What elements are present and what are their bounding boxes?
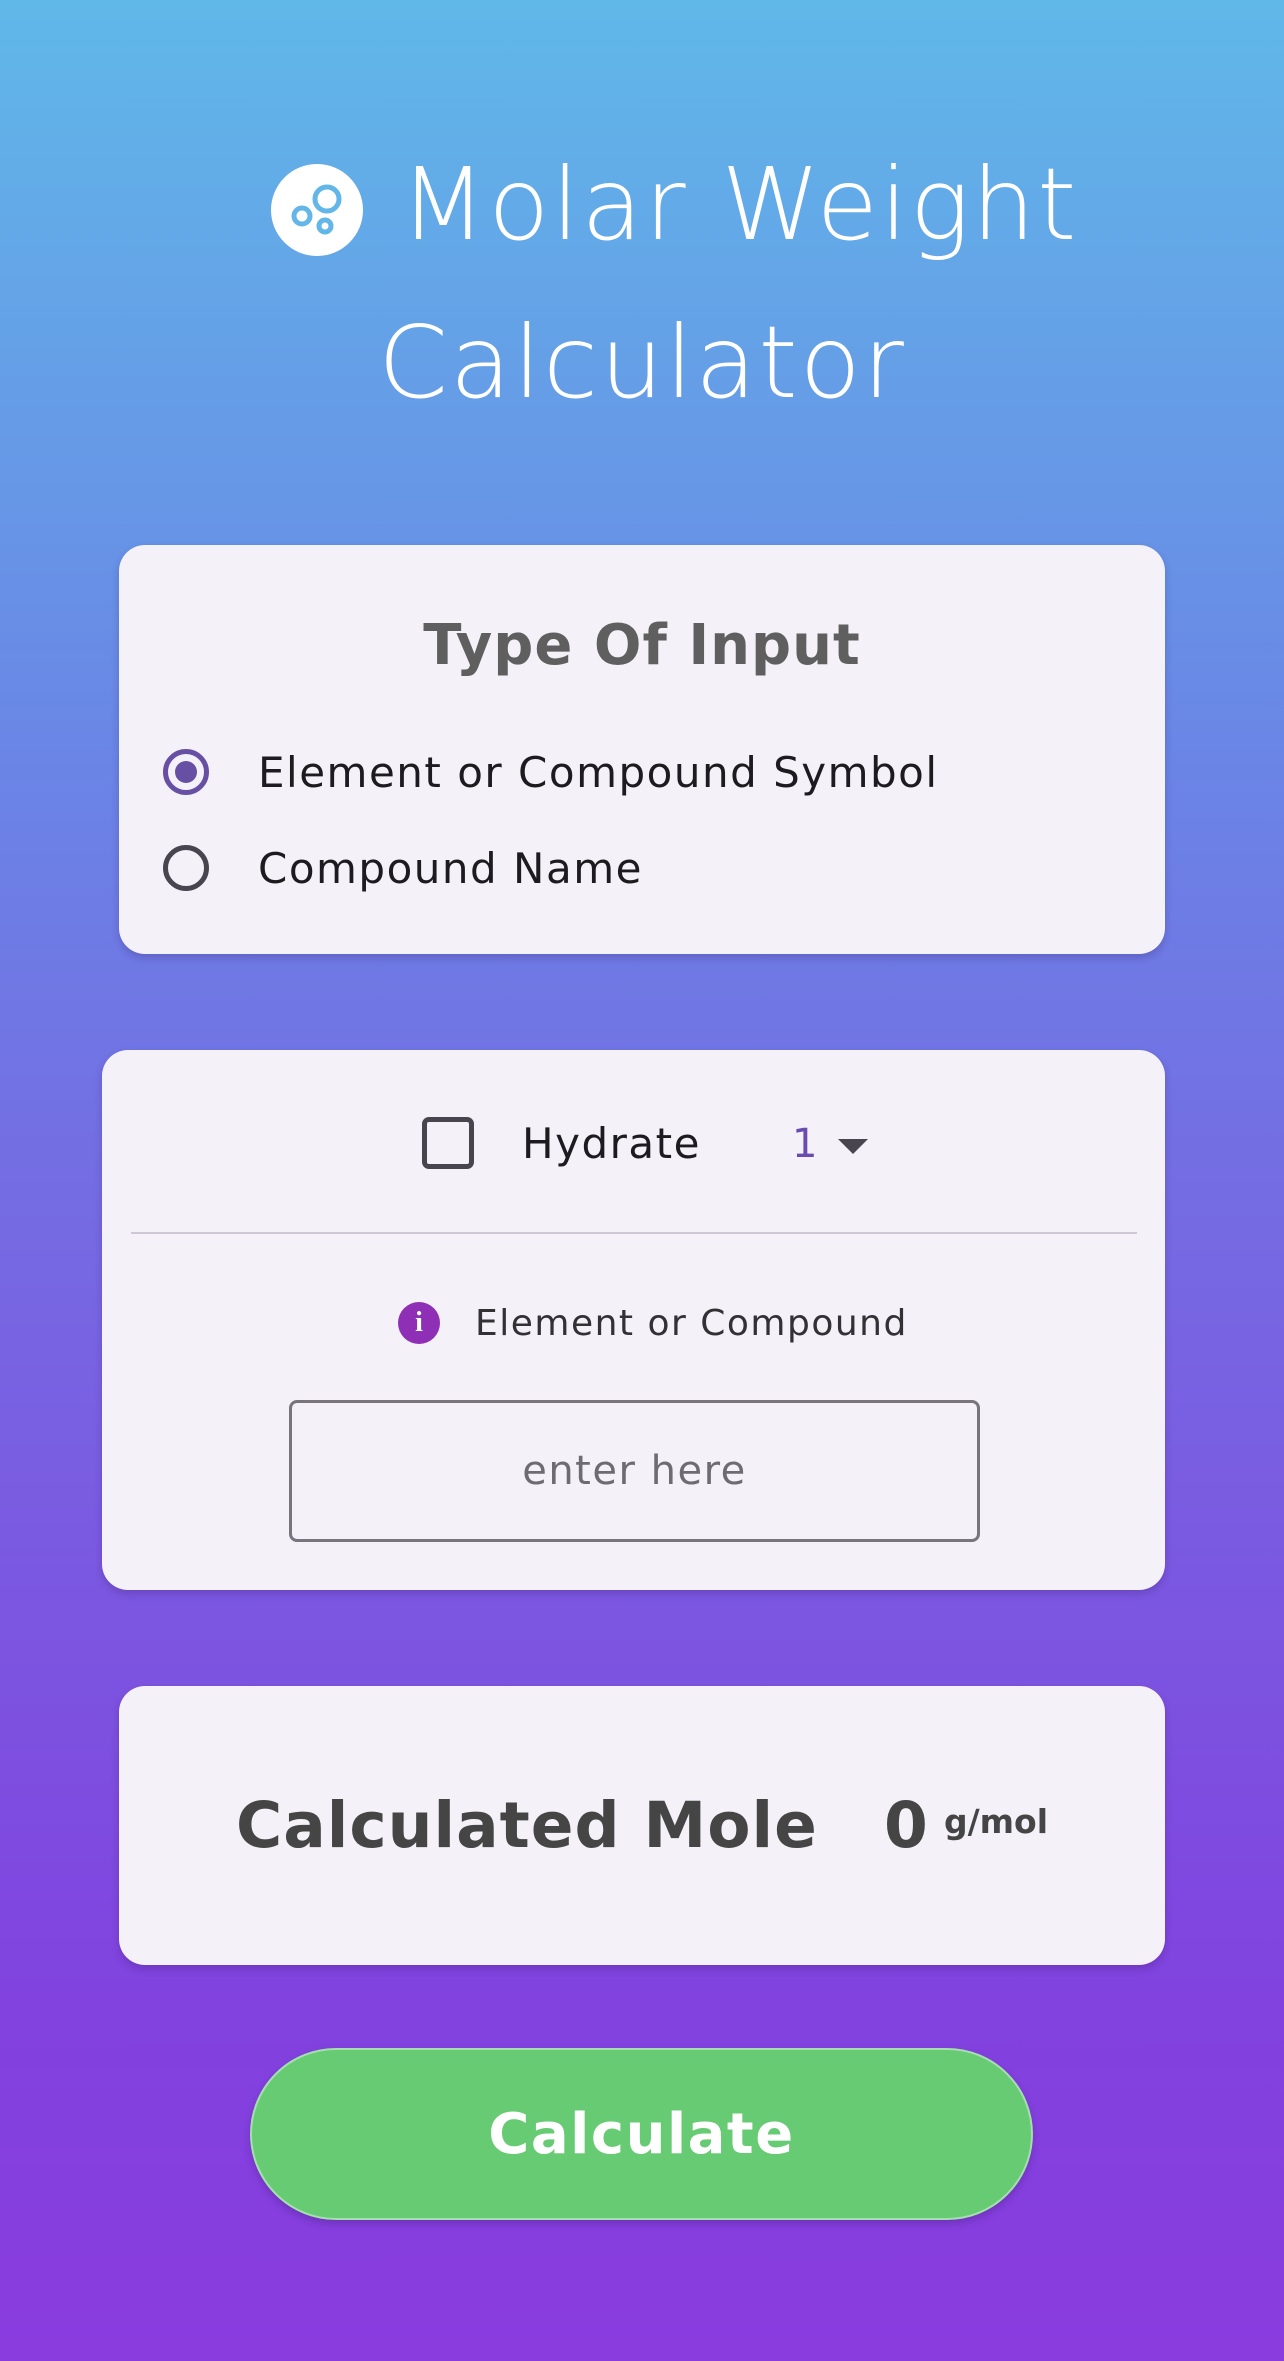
radio-option-symbol[interactable]: Element or Compound Symbol — [163, 742, 939, 802]
hydrate-checkbox[interactable] — [422, 1117, 474, 1169]
input-type-title: Type Of Input — [423, 613, 861, 678]
compound-card: Hydrate 1 i Element or Compound — [102, 1050, 1165, 1590]
app-title-line2: Calculator — [378, 304, 906, 421]
calculate-button[interactable]: Calculate — [250, 2048, 1033, 2220]
field-label-row: i Element or Compound — [102, 1301, 1165, 1347]
radio-option-name[interactable]: Compound Name — [163, 838, 643, 898]
radio-name-label[interactable]: Compound Name — [258, 844, 643, 893]
result-value: 0 — [884, 1789, 928, 1862]
radio-name[interactable] — [163, 845, 209, 891]
input-type-card: Type Of Input Element or Compound Symbol… — [119, 545, 1165, 954]
info-icon[interactable]: i — [398, 1302, 440, 1344]
hydrate-count-value[interactable]: 1 — [792, 1114, 817, 1174]
bubbles-icon — [271, 164, 363, 256]
compound-field-label: Element or Compound — [475, 1303, 908, 1344]
hydrate-count-dropdown[interactable]: 1 — [782, 1114, 882, 1174]
hydrate-label[interactable]: Hydrate — [522, 1114, 701, 1174]
divider — [131, 1232, 1137, 1234]
hydrate-row: Hydrate 1 — [102, 1114, 1165, 1174]
radio-symbol-label[interactable]: Element or Compound Symbol — [258, 748, 939, 797]
app-header: Molar Weight Calculator — [0, 130, 1284, 430]
result-unit: g/mol — [944, 1802, 1049, 1841]
app-title-line1: Molar Weight — [400, 146, 1079, 263]
radio-symbol[interactable] — [163, 749, 209, 795]
caret-down-icon[interactable] — [838, 1139, 868, 1154]
result-label: Calculated Mole — [236, 1789, 818, 1862]
result-card: Calculated Mole 0 g/mol — [119, 1686, 1165, 1965]
compound-input[interactable] — [289, 1400, 980, 1542]
